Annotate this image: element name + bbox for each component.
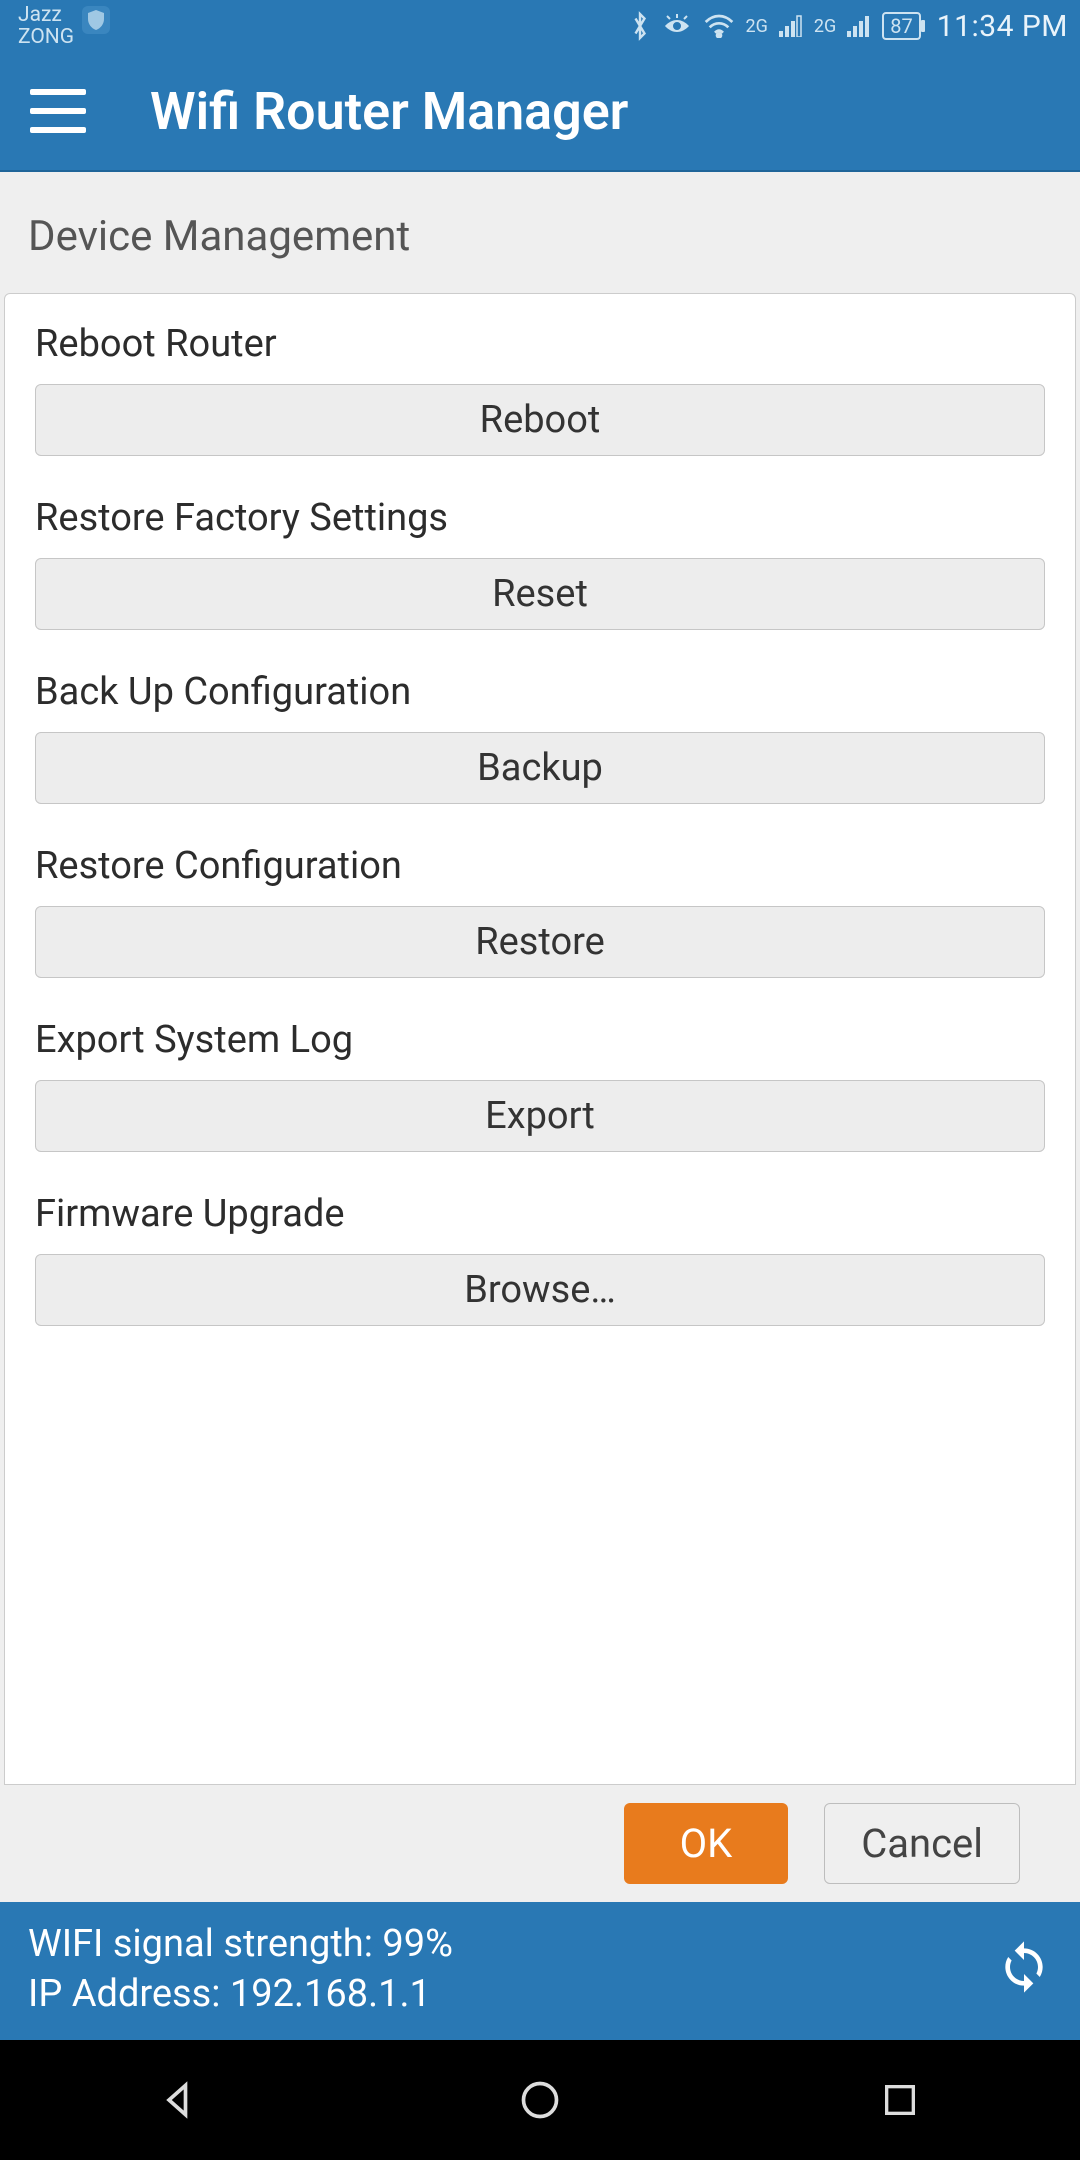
backup-label: Back Up Configuration [35,670,1045,714]
reboot-label: Reboot Router [35,322,1045,366]
refresh-button[interactable] [996,1939,1052,1999]
reset-label: Restore Factory Settings [35,496,1045,540]
cancel-button[interactable]: Cancel [824,1803,1020,1884]
battery-icon: 87 [882,12,920,40]
backup-button[interactable]: Backup [35,732,1045,804]
clock: 11:34 PM [937,9,1068,44]
group-backup: Back Up Configuration Backup [35,670,1045,804]
export-label: Export System Log [35,1018,1045,1062]
ok-button[interactable]: OK [624,1803,789,1884]
wifi-signal-text: WIFI signal strength: 99% [28,1922,453,1966]
app-title: Wifi Router Manager [150,81,628,142]
group-export: Export System Log Export [35,1018,1045,1152]
settings-card: Reboot Router Reboot Restore Factory Set… [4,293,1076,1785]
group-firmware: Firmware Upgrade Browse… [35,1192,1045,1326]
appbar: Wifi Router Manager [0,52,1080,172]
section-title: Device Management [0,172,1080,293]
carrier-1: Jazz [18,4,74,26]
footer-bar: WIFI signal strength: 99% IP Address: 19… [0,1902,1080,2040]
menu-icon[interactable] [30,89,86,133]
android-navbar [0,2040,1080,2160]
eye-icon [661,14,693,38]
network-1-label: 2G [745,16,767,37]
group-reboot: Reboot Router Reboot [35,322,1045,456]
wifi-icon [703,14,735,38]
browse-button[interactable]: Browse… [35,1254,1045,1326]
carrier-2: ZONG [18,26,74,48]
reset-button[interactable]: Reset [35,558,1045,630]
back-button[interactable] [120,2060,240,2140]
recent-button[interactable] [840,2060,960,2140]
restore-button[interactable]: Restore [35,906,1045,978]
ip-address-text: IP Address: 192.168.1.1 [28,1972,453,2016]
signal-2-icon [846,15,872,37]
statusbar: Jazz ZONG 2G 2G 87 [0,0,1080,52]
group-reset: Restore Factory Settings Reset [35,496,1045,630]
group-restore: Restore Configuration Restore [35,844,1045,978]
network-2-label: 2G [814,16,836,37]
content: Device Management Reboot Router Reboot R… [0,172,1080,1902]
dialog-actions: OK Cancel [0,1785,1080,1902]
firmware-label: Firmware Upgrade [35,1192,1045,1236]
signal-1-icon [778,15,804,37]
shield-icon [82,6,110,34]
reboot-button[interactable]: Reboot [35,384,1045,456]
export-button[interactable]: Export [35,1080,1045,1152]
restore-label: Restore Configuration [35,844,1045,888]
home-button[interactable] [480,2060,600,2140]
bluetooth-icon [629,11,651,41]
